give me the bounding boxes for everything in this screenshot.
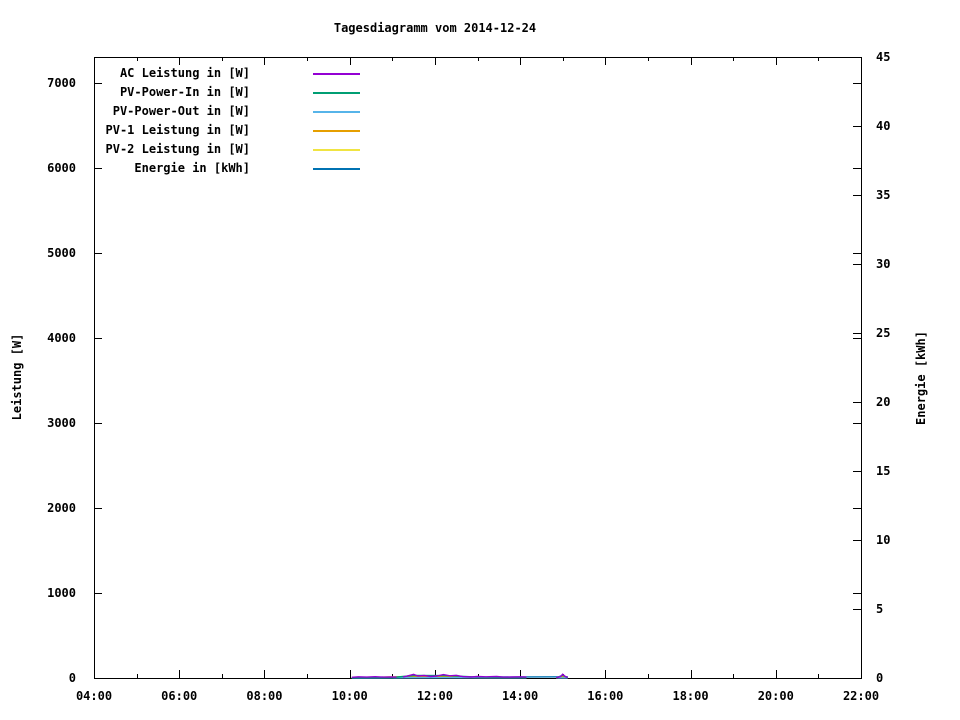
y2-tick-label: 30 [876, 257, 890, 271]
legend-line-sample [313, 92, 360, 94]
y-tick-label: 4000 [14, 331, 76, 345]
legend-label: Energie in [kWh] [88, 159, 250, 178]
y-tick-label: 3000 [14, 416, 76, 430]
y-tick-label: 2000 [14, 501, 76, 515]
legend-line-sample [313, 73, 360, 75]
y-tick-label: 6000 [14, 161, 76, 175]
legend-label: PV-Power-Out in [W] [88, 102, 250, 121]
legend-label: PV-Power-In in [W] [88, 83, 250, 102]
y-tick-label: 5000 [14, 246, 76, 260]
y-tick-label: 7000 [14, 76, 76, 90]
legend-item: PV-Power-Out in [W] [88, 102, 468, 121]
legend-item: PV-1 Leistung in [W] [88, 121, 468, 140]
x-tick-label: 04:00 [62, 689, 126, 703]
y2-tick-label: 20 [876, 395, 890, 409]
x-tick-label: 16:00 [573, 689, 637, 703]
y2-tick-label: 5 [876, 602, 883, 616]
x-tick-label: 14:00 [488, 689, 552, 703]
x-tick-label: 18:00 [659, 689, 723, 703]
y-tick-label: 1000 [14, 586, 76, 600]
chart-canvas: Tagesdiagramm vom 2014-12-24 Leistung [W… [0, 0, 960, 720]
legend-item: PV-2 Leistung in [W] [88, 140, 468, 159]
series-line-ac-leistung-in-w [352, 677, 397, 678]
x-tick-label: 20:00 [744, 689, 808, 703]
legend-label: AC Leistung in [W] [88, 64, 250, 83]
legend-line-sample [313, 149, 360, 151]
y-tick-label: 0 [14, 671, 76, 685]
y2-tick-label: 25 [876, 326, 890, 340]
y2-tick-label: 45 [876, 50, 890, 64]
x-tick-label: 22:00 [829, 689, 893, 703]
legend-line-sample [313, 130, 360, 132]
legend-label: PV-1 Leistung in [W] [88, 121, 250, 140]
x-tick-label: 06:00 [147, 689, 211, 703]
legend-line-sample [313, 111, 360, 113]
legend-line-sample [313, 168, 360, 170]
legend-item: AC Leistung in [W] [88, 64, 468, 83]
x-tick-label: 12:00 [403, 689, 467, 703]
legend-item: PV-Power-In in [W] [88, 83, 468, 102]
y2-tick-label: 10 [876, 533, 890, 547]
y2-tick-label: 40 [876, 119, 890, 133]
x-tick-label: 08:00 [232, 689, 296, 703]
y2-tick-label: 35 [876, 188, 890, 202]
y2-tick-label: 0 [876, 671, 883, 685]
legend-item: Energie in [kWh] [88, 159, 468, 178]
y2-tick-label: 15 [876, 464, 890, 478]
legend-label: PV-2 Leistung in [W] [88, 140, 250, 159]
x-tick-label: 10:00 [318, 689, 382, 703]
